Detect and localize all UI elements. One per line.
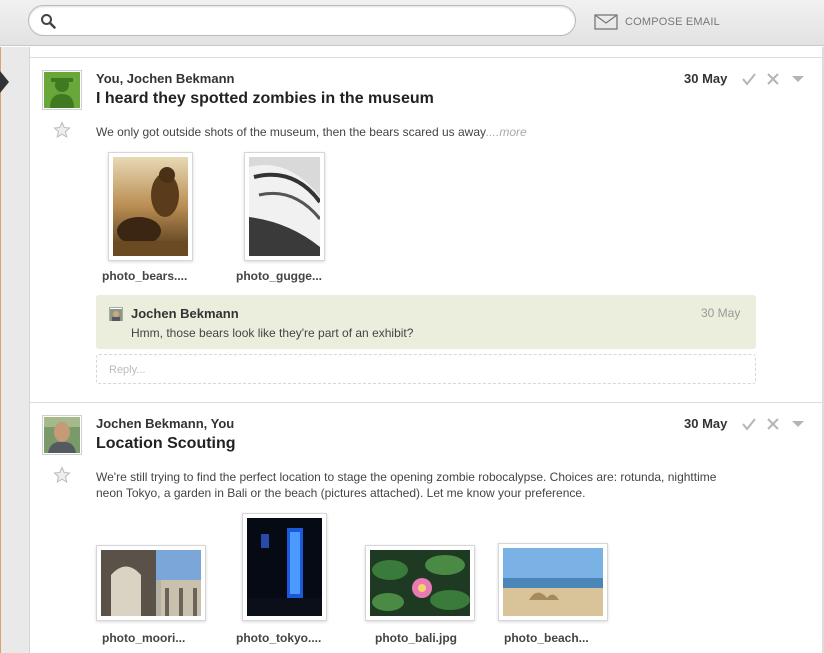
tokyo-photo (247, 518, 322, 616)
reply-author: Jochen Bekmann (131, 306, 239, 321)
check-icon[interactable] (741, 71, 757, 87)
attachment-name[interactable]: photo_gugge... (236, 269, 322, 283)
rail-accent-line (0, 47, 1, 653)
attachment-name[interactable]: photo_moori... (102, 631, 185, 645)
attachment-name[interactable]: photo_bears.... (102, 269, 187, 283)
guggenheim-photo (249, 157, 320, 256)
moorish-photo (101, 550, 201, 616)
attachment-thumbnail[interactable]: photo_bears.... (102, 152, 193, 287)
attachment-thumbnail[interactable]: photo_moori... (96, 545, 208, 653)
top-toolbar: COMPOSE EMAIL (0, 0, 824, 46)
avatar (42, 415, 82, 455)
attachment-name[interactable]: photo_bali.jpg (375, 631, 457, 645)
chevron-down-icon[interactable] (791, 73, 805, 85)
star-icon[interactable] (53, 466, 71, 484)
reply-message[interactable]: Jochen Bekmann 30 May Hmm, those bears l… (96, 295, 756, 349)
check-icon[interactable] (741, 416, 757, 432)
attachment-thumbnail[interactable]: photo_bali.jpg (365, 545, 477, 653)
reply-input[interactable] (109, 362, 729, 378)
thread-body: We only got outside shots of the museum,… (96, 124, 786, 140)
thread-subject[interactable]: Location Scouting (96, 435, 236, 453)
attachment-frame (498, 543, 608, 621)
attachment-thumbnail[interactable]: photo_tokyo.... (236, 513, 336, 653)
thread-divider (30, 402, 822, 403)
more-link[interactable]: ....more (486, 125, 527, 139)
attachment-name[interactable]: photo_tokyo.... (236, 631, 321, 645)
reply-date: 30 May (701, 306, 741, 320)
attachment-frame (244, 152, 325, 261)
search-input[interactable] (63, 12, 563, 30)
feed-top-divider (30, 57, 822, 58)
envelope-icon (594, 14, 618, 30)
thread-date: 30 May (684, 416, 728, 431)
thread-body-text: We only got outside shots of the museum,… (96, 125, 486, 139)
selected-thread-marker (0, 71, 9, 93)
attachment-frame (96, 545, 206, 621)
chevron-down-icon[interactable] (791, 418, 805, 430)
reply-avatar (109, 307, 123, 321)
beach-photo (503, 548, 603, 616)
attachment-frame (242, 513, 327, 621)
attachment-thumbnail[interactable]: photo_gugge... (236, 152, 336, 287)
bali-photo (370, 550, 470, 616)
thread-participants: Jochen Bekmann, You (96, 416, 235, 431)
close-icon[interactable] (766, 416, 780, 432)
left-rail (0, 47, 30, 653)
attachment-name[interactable]: photo_beach... (504, 631, 589, 645)
thread-body: We're still trying to find the perfect l… (96, 470, 717, 500)
star-icon[interactable] (53, 121, 71, 139)
thread-item[interactable]: You, Jochen Bekmann I heard they spotted… (30, 70, 822, 390)
attachment-frame (108, 152, 193, 261)
avatar (42, 70, 82, 110)
thread-subject[interactable]: I heard they spotted zombies in the muse… (96, 90, 434, 108)
thread-date: 30 May (684, 71, 728, 86)
compose-email-button[interactable]: COMPOSE EMAIL (594, 12, 720, 32)
attachment-frame (365, 545, 475, 621)
close-icon[interactable] (766, 71, 780, 87)
bears-photo (113, 157, 188, 256)
compose-email-label: COMPOSE EMAIL (625, 16, 720, 28)
search-icon (41, 14, 56, 29)
thread-item[interactable]: Jochen Bekmann, You Location Scouting 30… (30, 415, 822, 653)
thread-participants: You, Jochen Bekmann (96, 71, 235, 86)
reply-box[interactable] (96, 354, 756, 384)
reply-text: Hmm, those bears look like they're part … (131, 326, 414, 340)
attachment-thumbnail[interactable]: photo_beach... (498, 543, 610, 653)
search-box[interactable] (28, 5, 576, 36)
